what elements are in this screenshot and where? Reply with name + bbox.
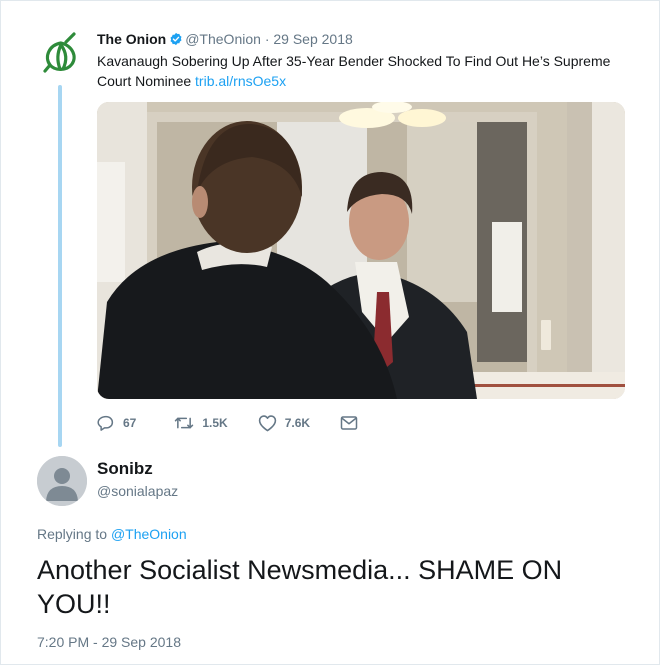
tweet-body: Kavanaugh Sobering Up After 35-Year Bend… (97, 53, 611, 89)
retweet-icon (175, 417, 194, 429)
reply-text: Another Socialist Newsmedia... SHAME ON … (37, 555, 563, 619)
author-handle[interactable]: @TheOnion (185, 31, 261, 47)
message-action[interactable] (340, 415, 358, 431)
author-name[interactable]: The Onion (97, 31, 166, 47)
reply-author-handle[interactable]: @sonialapaz (97, 483, 178, 499)
like-action[interactable]: 7.6K (258, 414, 310, 432)
envelope-icon (340, 416, 358, 430)
onion-logo-icon[interactable] (39, 31, 83, 75)
tweet-actions: 67 1.5K 7.6K (97, 413, 358, 433)
tweet-screenshot: The Onion @TheOnion · 29 Sep 2018 Kavanau… (0, 0, 660, 665)
replying-to-link[interactable]: @TheOnion (111, 526, 187, 542)
tweet-photo[interactable] (97, 102, 625, 399)
tweet-date[interactable]: 29 Sep 2018 (273, 31, 352, 47)
retweet-action[interactable]: 1.5K (174, 414, 228, 432)
replying-prefix: Replying to (37, 526, 111, 542)
heart-icon (258, 415, 276, 432)
tweet-header: The Onion @TheOnion · 29 Sep 2018 (97, 30, 353, 48)
tweet-link[interactable]: trib.al/rnsOe5x (195, 73, 286, 89)
retweet-count: 1.5K (202, 416, 228, 430)
separator-dot: · (264, 31, 270, 47)
reply-author-name[interactable]: Sonibz (97, 459, 153, 479)
like-count: 7.6K (284, 416, 311, 430)
tweet-text: Kavanaugh Sobering Up After 35-Year Bend… (97, 51, 617, 91)
verified-badge-icon (170, 32, 182, 46)
reply-icon (97, 415, 114, 431)
thread-line (58, 85, 62, 447)
reply-count: 67 (123, 416, 137, 430)
reply-timestamp[interactable]: 7:20 PM - 29 Sep 2018 (37, 634, 181, 650)
default-avatar-icon[interactable] (37, 456, 87, 506)
reply-action[interactable]: 67 (97, 414, 136, 432)
replying-to: Replying to @TheOnion (37, 526, 187, 542)
